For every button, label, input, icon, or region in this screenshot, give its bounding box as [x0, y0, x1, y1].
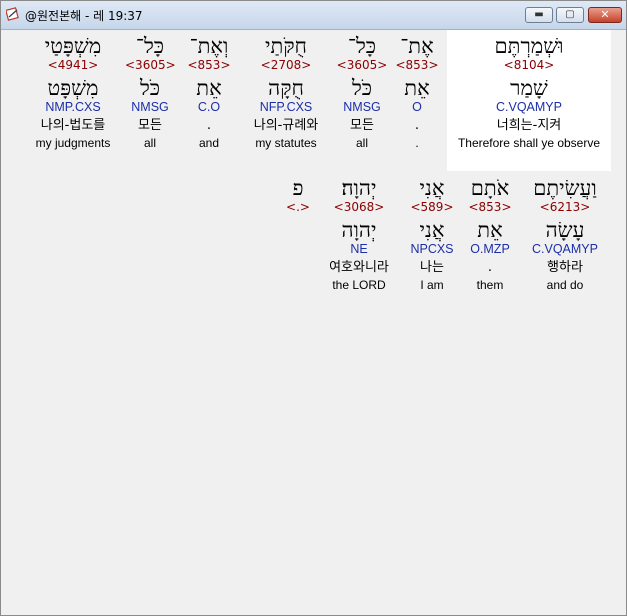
- english-gloss: .: [415, 136, 419, 150]
- english-gloss: all: [143, 136, 156, 150]
- hebrew-lemma: שָׁמַר: [510, 76, 548, 100]
- morphology-code[interactable]: NMSG: [125, 100, 175, 118]
- morphology-code[interactable]: NFP.CXS: [241, 100, 331, 118]
- hebrew-word: וּשְׁמַרְתֶּם: [494, 34, 564, 58]
- strong-number[interactable]: <.>: [281, 200, 315, 216]
- korean-gloss: 모든: [350, 118, 374, 133]
- interlinear-word[interactable]: כָּל־ <3605> כֹּל NMSG 모든 all: [125, 34, 176, 150]
- morphology-code[interactable]: C.O: [183, 100, 235, 118]
- bible-app-icon: [6, 7, 19, 21]
- interlinear-word[interactable]: כָּל־ <3605> כֹּל NMSG 모든 all: [336, 34, 388, 150]
- strong-number[interactable]: <6213>: [521, 200, 609, 216]
- hebrew-word: חֻקֹּתַי: [265, 34, 307, 58]
- hebrew-word: אֹתָם: [470, 176, 510, 200]
- korean-gloss: 여호와니라: [329, 260, 389, 275]
- english-gloss: and do: [546, 278, 584, 292]
- interlinear-word[interactable]: אֶת־ <853> אֵת O . .: [394, 34, 440, 150]
- hebrew-word: יְהוָה׃: [341, 176, 377, 200]
- hebrew-word: פ: [292, 176, 304, 200]
- english-gloss: them: [476, 278, 504, 292]
- interlinear-view: וּשְׁמַרְתֶּם <8104> שָׁמַר C.VQAMYP 너희는…: [1, 30, 626, 615]
- strong-number[interactable]: <8104>: [449, 58, 609, 74]
- korean-gloss: 너희는-지켜: [496, 118, 562, 133]
- interlinear-word[interactable]: אֹתָם <853> אֵת O.MZP . them: [463, 176, 517, 292]
- korean-gloss: 모든: [138, 118, 162, 133]
- title-bar[interactable]: @원전본해 - 레 19:37 ▬ ▢ ✕: [1, 1, 626, 30]
- morphology-code[interactable]: NPCXS: [405, 242, 459, 260]
- strong-number[interactable]: <853>: [463, 200, 517, 216]
- interlinear-word[interactable]: וּשְׁמַרְתֶּם <8104> שָׁמַר C.VQAMYP 너희는…: [449, 34, 609, 150]
- hebrew-word: כָּל־: [347, 34, 377, 58]
- window-title: @원전본해 - 레 19:37: [25, 9, 143, 23]
- morphology-code[interactable]: O: [394, 100, 440, 118]
- korean-gloss: .: [206, 118, 212, 133]
- morphology-code[interactable]: C.VQAMYP: [521, 242, 609, 260]
- morphology-code[interactable]: NE: [317, 242, 401, 260]
- korean-gloss: 행하라: [547, 260, 583, 275]
- english-gloss: the LORD: [332, 278, 386, 292]
- interlinear-word[interactable]: חֻקֹּתַי <2708> חֻקָּה NFP.CXS 나의-규례와 my…: [241, 34, 331, 150]
- korean-gloss: 나의-법도를: [40, 118, 106, 133]
- english-gloss: my statutes: [255, 136, 317, 150]
- hebrew-lemma: חֻקָּה: [268, 76, 304, 100]
- korean-gloss: 나의-규례와: [253, 118, 319, 133]
- korean-gloss: 나는: [420, 260, 444, 275]
- hebrew-word: כָּל־: [135, 34, 165, 58]
- interlinear-word[interactable]: פ <.>: [281, 176, 315, 216]
- strong-number[interactable]: <3068>: [317, 200, 401, 216]
- english-gloss: and: [198, 136, 220, 150]
- interlinear-word[interactable]: וְאֶת־ <853> אֵת C.O . and: [183, 34, 235, 150]
- strong-number[interactable]: <3605>: [125, 58, 176, 74]
- hebrew-lemma: אֵת: [196, 76, 222, 100]
- hebrew-lemma: כֹּל: [351, 76, 373, 100]
- minimize-icon: ▬: [534, 9, 544, 20]
- strong-number[interactable]: <3605>: [336, 58, 388, 74]
- hebrew-word: וַעֲשִׂיתֶם: [533, 176, 597, 200]
- interlinear-word[interactable]: וַעֲשִׂיתֶם <6213> עָשָׂה C.VQAMYP 행하라 a…: [521, 176, 609, 292]
- strong-number[interactable]: <2708>: [241, 58, 331, 74]
- interlinear-word[interactable]: מִשְׁפָּטַי <4941> מִשְׁפָּט NMP.CXS 나의-…: [27, 34, 119, 150]
- strong-number[interactable]: <4941>: [27, 58, 119, 74]
- strong-number[interactable]: <853>: [183, 58, 235, 74]
- strong-number[interactable]: <589>: [405, 200, 459, 216]
- korean-gloss: .: [414, 118, 420, 133]
- hebrew-lemma: אֵת: [404, 76, 430, 100]
- english-gloss: my judgments: [35, 136, 111, 150]
- hebrew-word: אֶת־: [400, 34, 434, 58]
- hebrew-word: מִשְׁפָּטַי: [44, 34, 102, 58]
- interlinear-word[interactable]: יְהוָה׃ <3068> יְהוָה NE 여호와니라 the LORD: [317, 176, 401, 292]
- korean-gloss: .: [487, 260, 493, 275]
- english-gloss: all: [355, 136, 368, 150]
- morphology-code[interactable]: NMSG: [336, 100, 388, 118]
- hebrew-lemma: יְהוָה: [341, 218, 377, 242]
- hebrew-lemma: עָשָׂה: [545, 218, 585, 242]
- hebrew-lemma: מִשְׁפָּט: [47, 76, 99, 100]
- morphology-code[interactable]: C.VQAMYP: [449, 100, 609, 118]
- app-window: @원전본해 - 레 19:37 ▬ ▢ ✕ וּשְׁמַרְתֶּם <810…: [0, 0, 627, 616]
- strong-number[interactable]: <853>: [394, 58, 440, 74]
- maximize-button[interactable]: ▢: [556, 7, 584, 23]
- morphology-code[interactable]: NMP.CXS: [27, 100, 119, 118]
- maximize-icon: ▢: [565, 9, 575, 20]
- minimize-button[interactable]: ▬: [525, 7, 553, 23]
- hebrew-lemma: כֹּל: [139, 76, 161, 100]
- hebrew-lemma: אֵת: [477, 218, 503, 242]
- hebrew-lemma: אֲנִי: [419, 218, 445, 242]
- close-icon: ✕: [600, 8, 610, 21]
- english-gloss: I am: [420, 278, 444, 292]
- hebrew-word: אֲנִי: [419, 176, 445, 200]
- hebrew-word: וְאֶת־: [189, 34, 229, 58]
- english-gloss: Therefore shall ye observe: [457, 136, 601, 150]
- morphology-code[interactable]: O.MZP: [463, 242, 517, 260]
- interlinear-word[interactable]: אֲנִי <589> אֲנִי NPCXS 나는 I am: [405, 176, 459, 292]
- close-button[interactable]: ✕: [588, 7, 622, 23]
